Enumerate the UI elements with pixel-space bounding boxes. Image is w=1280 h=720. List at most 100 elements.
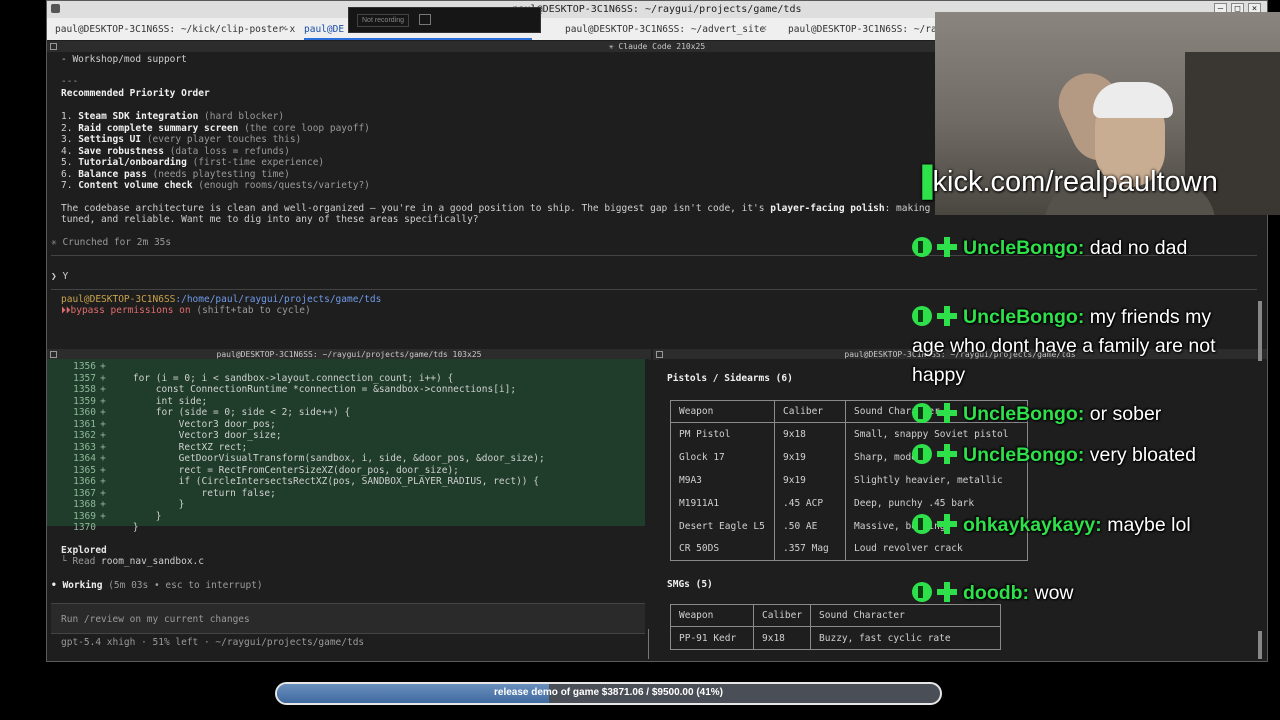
table-row: CR 50DS .357 Mag Loud revolver crack	[670, 537, 1028, 561]
subscriber-badge-icon	[937, 444, 957, 464]
diff-line: 1366 + if (CircleIntersectsRectXZ(pos, SA…	[73, 476, 539, 487]
fullscreen-icon[interactable]	[419, 14, 431, 25]
rule-line: ---	[61, 76, 79, 87]
pane-lock-icon[interactable]	[50, 43, 57, 50]
chat-message: UncleBongo: my friends my age who dont h…	[912, 303, 1232, 390]
tab-label: paul@DESKTOP-3C1N6SS: ~/kick/clip-poster…	[55, 24, 296, 35]
column-header: Caliber	[752, 604, 812, 627]
table-cell: M1911A1	[670, 491, 775, 515]
table-cell: 9x18	[752, 626, 812, 650]
table-cell: 9x19	[774, 445, 846, 469]
chat-username: UncleBongo:	[963, 444, 1085, 466]
chat-text: dad no dad	[1084, 237, 1188, 259]
chat-message: doodb: wow	[912, 579, 1232, 608]
chat-username: ohkaykaykayy:	[963, 514, 1102, 536]
priority-heading: Recommended Priority Order	[61, 88, 210, 99]
subscriber-badge-icon	[937, 237, 957, 257]
table-cell: PP-91 Kedr	[670, 626, 754, 650]
chat-text: maybe lol	[1101, 514, 1191, 536]
diff-line: 1364 + GetDoorVisualTransform(sandbox, i,…	[73, 453, 545, 464]
diff-line: 1357 + for (i = 0; i < sandbox->layout.co…	[73, 372, 454, 384]
codex-input[interactable]: Run /review on my current changes	[51, 603, 645, 634]
tab-advert-site[interactable]: paul@DESKTOP-3C1N6SS: ~/advert_site ✕	[565, 18, 775, 40]
smgs-table: Weapon Caliber Sound Character PP-91 Ked…	[670, 604, 1002, 650]
bypass-icon: ⏵⏵	[61, 305, 71, 316]
text-line: - Workshop/mod support	[61, 54, 187, 65]
table-cell: 9x18	[774, 422, 846, 446]
diff-line: 1362 + Vector3 door_size;	[73, 430, 282, 441]
priority-item: 1. Steam SDK integration (hard blocker)	[61, 111, 285, 122]
chat-text: wow	[1029, 582, 1074, 604]
codex-pane[interactable]: 1356 +1357 + for (i = 0; i < sandbox->layo…	[47, 359, 649, 661]
tab-close-icon[interactable]: ✕	[761, 23, 767, 34]
subscriber-badge-icon	[937, 582, 957, 602]
crunched-status: ✳ Crunched for 2m 35s	[51, 237, 172, 248]
explanation-line-1: The codebase architecture is clean and w…	[61, 203, 931, 214]
kick-url: ▐kick.com/realpaultown	[912, 166, 1218, 198]
table-cell: .45 ACP	[774, 491, 846, 515]
table-cell: Buzzy, fast cyclic rate	[810, 626, 1002, 650]
input-placeholder: Run /review on my current changes	[61, 614, 250, 625]
diff-line: 1358 + const ConnectionRuntime *connectio…	[73, 384, 517, 395]
chat-username: UncleBongo:	[963, 403, 1085, 425]
diff-line: 1359 + int side;	[73, 395, 208, 407]
chat-username: UncleBongo:	[963, 306, 1085, 328]
diff-line: 1367 + return false;	[73, 487, 276, 499]
column-header: Weapon	[670, 604, 754, 627]
scrollbar[interactable]	[648, 629, 649, 659]
diff-line: 1365 + rect = RectFromCenterSizeXZ(door_p…	[73, 464, 459, 476]
table-row: M9A3 9x19 Slightly heavier, metallic	[670, 468, 1028, 492]
pane-title: paul@DESKTOP-3C1N6SS: ~/raygui/projects/…	[216, 350, 482, 359]
tab-raygui[interactable]: paul@DESKTOP-3C1N6SS: ~/raygui	[788, 18, 938, 40]
diff-line: 1369 + }	[73, 510, 162, 522]
table-cell: Desert Eagle L5	[670, 514, 775, 538]
diff-line: 1370 }	[73, 522, 139, 533]
scrollbar[interactable]	[1258, 301, 1262, 361]
kick-logo-icon: ▐	[912, 166, 933, 198]
chat-text: or sober	[1084, 403, 1162, 425]
table-cell: Loud revolver crack	[845, 537, 1028, 561]
recording-overlay: Not recording	[348, 7, 541, 33]
bypass-status: ⏵⏵bypass permissions on (shift+tab to cy…	[61, 305, 311, 316]
kick-icon	[912, 403, 932, 423]
table-row: PP-91 Kedr 9x18 Buzzy, fast cyclic rate	[670, 626, 1002, 650]
table-cell: Slightly heavier, metallic	[845, 468, 1028, 492]
divider	[51, 289, 1257, 290]
tab-label: paul@DESKTOP-3C1N6SS: ~/advert_site	[565, 24, 766, 35]
donation-goal-bar: release demo of game $3871.06 / $9500.00…	[275, 682, 942, 705]
scrollbar[interactable]	[1258, 631, 1262, 659]
chat-message: UncleBongo: very bloated	[912, 441, 1232, 470]
tab-clip-poster[interactable]: paul@DESKTOP-3C1N6SS: ~/kick/clip-poster…	[55, 18, 295, 40]
prompt-input[interactable]: ❯ Y	[51, 271, 68, 282]
kick-icon	[912, 514, 932, 534]
subscriber-badge-icon	[937, 306, 957, 326]
explanation-line-2: tuned, and reliable. Want me to dig into…	[61, 214, 479, 225]
table-cell: M9A3	[670, 468, 775, 492]
column-header: Caliber	[774, 400, 846, 423]
tab-label: paul@DE	[304, 24, 345, 35]
shell-prompt: paul@DESKTOP-3C1N6SS:/home/paul/raygui/p…	[61, 294, 382, 305]
priority-item: 6. Balance pass (needs playtesting time)	[61, 168, 290, 180]
kick-icon	[912, 237, 932, 257]
priority-item: 2. Raid complete summary screen (the cor…	[61, 122, 370, 134]
diff-line: 1368 + }	[73, 499, 185, 510]
table-cell: .357 Mag	[774, 537, 846, 561]
kick-icon	[912, 444, 932, 464]
kick-icon	[912, 582, 932, 602]
pane-lock-icon[interactable]	[50, 351, 57, 358]
subscriber-badge-icon	[937, 403, 957, 423]
explored-label: Explored	[61, 545, 107, 556]
tab-close-icon[interactable]: ✕	[281, 23, 287, 34]
diff-line: 1361 + Vector3 door_pos;	[73, 418, 276, 430]
table-cell: .50 AE	[774, 514, 846, 538]
smgs-heading: SMGs (5)	[667, 579, 713, 590]
priority-item: 5. Tutorial/onboarding (first-time exper…	[61, 157, 325, 168]
recording-status: Not recording	[357, 14, 410, 27]
column-header: Weapon	[670, 400, 775, 423]
goal-text: release demo of game $3871.06 / $9500.00…	[493, 687, 724, 698]
table-cell: CR 50DS	[670, 537, 775, 561]
code-diff: 1356 +1357 + for (i = 0; i < sandbox->layo…	[47, 359, 645, 533]
pane-lock-icon[interactable]	[656, 351, 663, 358]
subscriber-badge-icon	[937, 514, 957, 534]
chat-message: UncleBongo: dad no dad	[912, 234, 1232, 263]
